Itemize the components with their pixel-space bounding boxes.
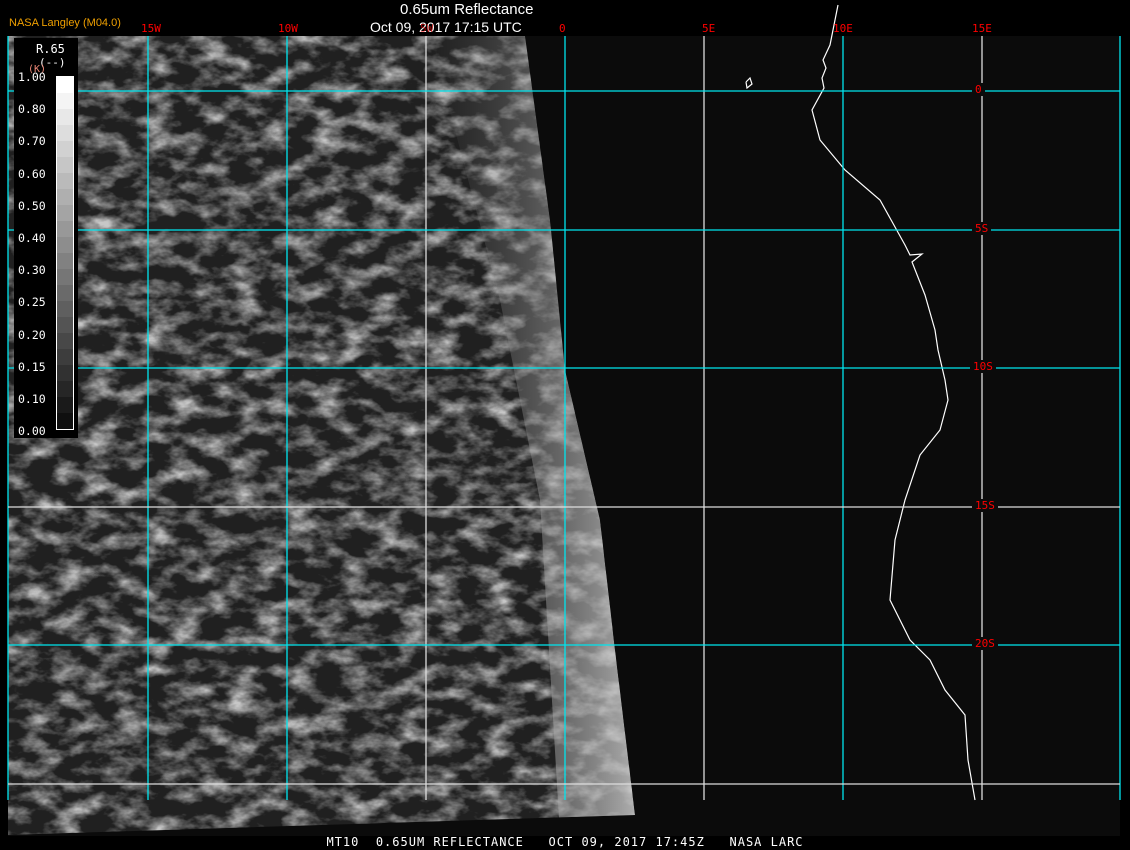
lon-label: 15E [972,22,992,35]
legend-tick-label: 0.15 [18,359,46,374]
legend-color-step [57,221,73,237]
lon-label: 15W [141,22,161,35]
satellite-map [7,4,1121,836]
legend-tick-label: 0.40 [18,231,46,245]
legend-color-step [57,77,73,93]
legend-color-step [57,109,73,125]
legend-color-step [57,301,73,317]
legend-variable: R.65 [36,42,65,56]
lon-label: 0 [559,22,566,35]
legend-color-step [57,173,73,189]
legend-color-step [57,269,73,285]
lat-label: 10S [970,360,996,373]
legend-color-step [57,397,73,413]
legend-tick-label: 0.60 [18,166,46,181]
legend-color-step [57,349,73,365]
legend-color-step [57,125,73,141]
lat-label: 5S [972,222,992,235]
legend-tick-label: 0.50 [18,198,46,213]
legend-color-step [57,285,73,301]
legend-color-step [57,189,73,205]
legend-color-step [57,253,73,269]
legend-tick-label: 1.00 [18,70,46,84]
legend-tick-label: 0.20 [18,327,46,342]
legend-color-step [57,413,73,429]
legend-colorbar [56,76,74,430]
legend-color-step [57,381,73,397]
legend-color-step [57,317,73,333]
lat-label: 0 [972,83,985,96]
legend-color-step [57,237,73,253]
lat-label: 15S [972,499,998,512]
legend-color-step [57,365,73,381]
lat-label: 20S [972,637,998,650]
footer-caption: MT10 0.65UM REFLECTANCE OCT 09, 2017 17:… [326,835,804,849]
legend-tick-label: 0.25 [18,295,46,310]
legend-color-step [57,205,73,221]
lon-label: 5W [420,22,434,35]
legend-tick-label: 0.10 [18,392,46,406]
satellite-image-viewer: NASA Langley (M04.0) 0.65um Reflectance … [0,0,1130,850]
legend-color-step [57,141,73,157]
legend-tick-label: 0.80 [18,102,46,117]
legend-tick-label: 0.30 [18,263,46,278]
lon-label: 10E [833,22,853,35]
legend-tick-label: 0.00 [18,424,46,439]
legend-tick-label: 0.70 [18,134,46,149]
legend-color-step [57,157,73,173]
lon-label: 5E [702,22,716,35]
legend-color-step [57,93,73,109]
legend-color-step [57,333,73,349]
color-legend: R.65 (--) (K) 1.00 0.80 0.70 0.60 0.50 0.40 0.… [14,38,78,438]
credit-label: NASA Langley (M04.0) [9,17,121,29]
lon-label: 10W [278,22,298,35]
image-title: 0.65um Reflectance [400,1,534,18]
image-timestamp: Oct 09, 2017 17:15 UTC [370,19,522,35]
